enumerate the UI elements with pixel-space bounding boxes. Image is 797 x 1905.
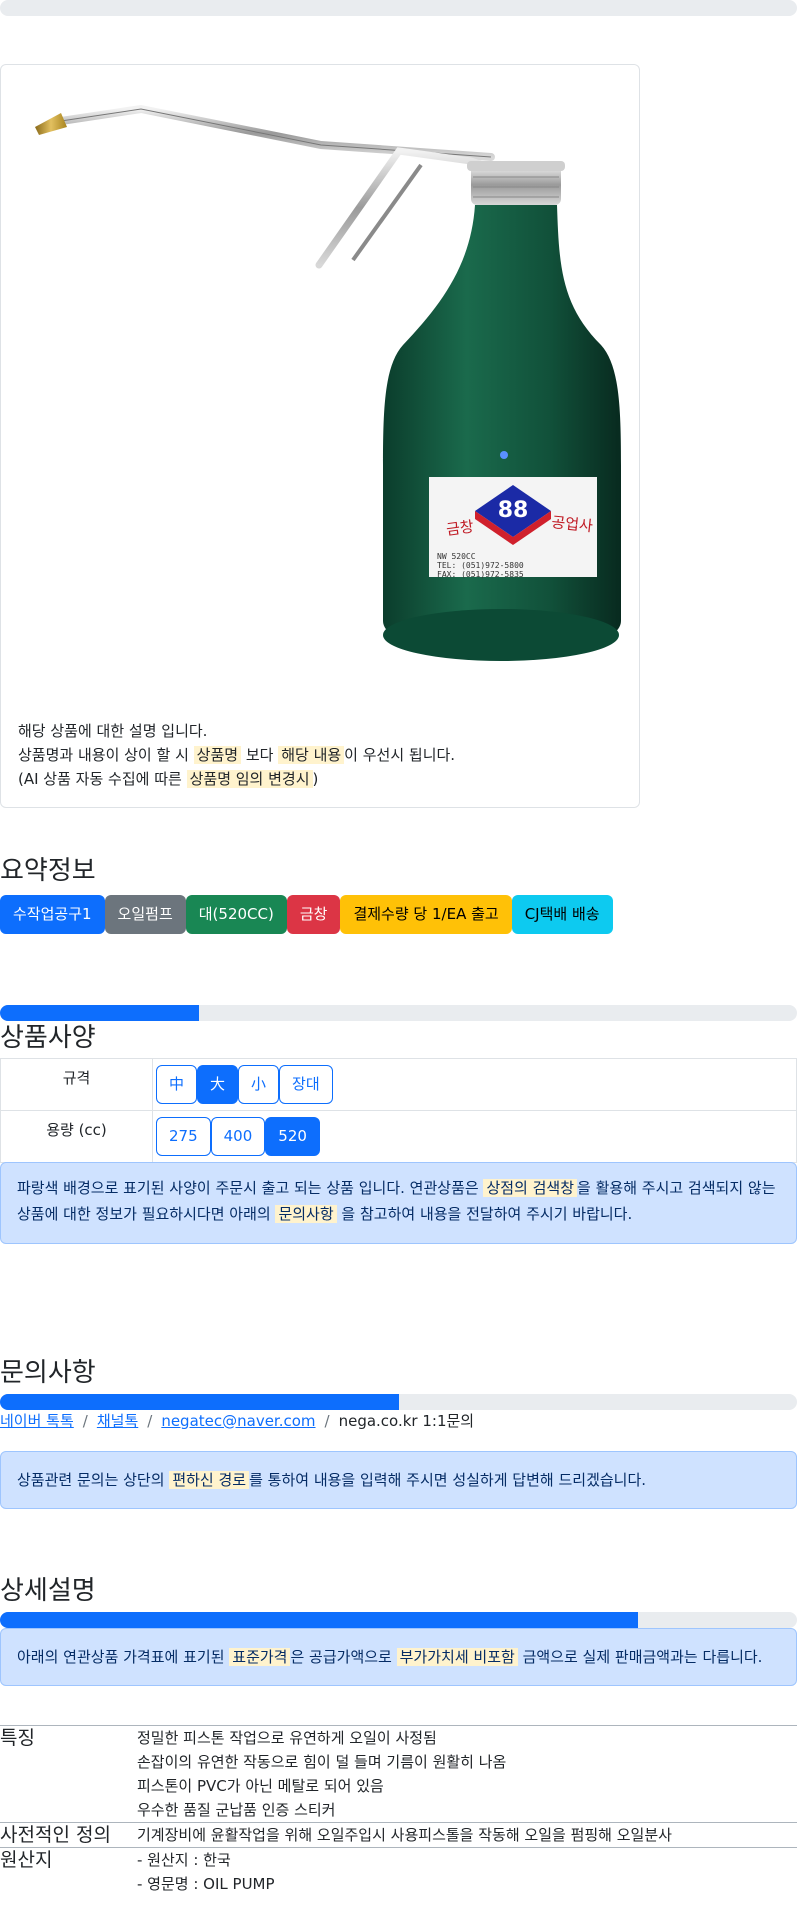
spec-option-button[interactable]: 400 bbox=[210, 1117, 266, 1156]
desc-line-3: (AI 상품 자동 수집에 따른 상품명 임의 변경시) bbox=[18, 767, 455, 791]
notice-text: 을 참고하여 내용을 전달하여 주시기 바랍니다. bbox=[336, 1205, 633, 1223]
detail-values: 기계장비에 윤활작업을 위해 오일주입시 사용피스톨을 작동해 오일을 펌핑해 … bbox=[137, 1823, 672, 1847]
product-image: 88 금창 공업사 NW 520CC TEL: (051)972-5800 FA… bbox=[35, 104, 621, 661]
desc-highlight: 상품명 임의 변경시 bbox=[186, 770, 313, 788]
detail-row: 특징 정밀한 피스톤 작업으로 유연하게 오일이 사정됨손잡이의 유연한 작동으로… bbox=[0, 1725, 797, 1822]
notice-highlight: 상점의 검색창 bbox=[483, 1179, 578, 1197]
label-brand: 금창 bbox=[445, 517, 475, 539]
spec-title: 상품사양 bbox=[0, 1023, 96, 1053]
notice-highlight: 편하신 경로 bbox=[169, 1471, 250, 1489]
spec-label: 규격 bbox=[1, 1059, 153, 1110]
detail-progress-fill bbox=[0, 1612, 638, 1628]
summary-badge: CJ택배 배송 bbox=[511, 895, 613, 934]
spec-option-button[interactable]: 520 bbox=[265, 1117, 320, 1156]
detail-label: 원산지 bbox=[0, 1849, 53, 1871]
detail-row: 사전적인 정의 기계장비에 윤활작업을 위해 오일주입시 사용피스톨을 작동해 오… bbox=[0, 1822, 797, 1847]
desc-highlight: 상품명 bbox=[193, 746, 242, 764]
summary-title: 요약정보 bbox=[0, 856, 96, 886]
inquiry-title: 문의사항 bbox=[0, 1358, 96, 1388]
detail-notice: 아래의 연관상품 가격표에 표기된 표준가격 은 공급가액으로 부가가치세 비포함… bbox=[0, 1628, 797, 1686]
spec-table: 규격 中大小 장대 용량 (cc) 275 400 520 bbox=[0, 1058, 797, 1163]
spec-option-button[interactable]: 275 bbox=[156, 1117, 211, 1156]
notice-text: 은 공급가액으로 bbox=[290, 1648, 397, 1666]
desc-line-1: 해당 상품에 대한 설명 입니다. bbox=[18, 722, 208, 740]
desc-text: 이 우선시 됩니다. bbox=[344, 746, 456, 764]
spec-row: 용량 (cc) 275 400 520 bbox=[0, 1110, 797, 1163]
detail-value-line: - 원산지 : 한국 bbox=[137, 1851, 231, 1869]
separator: / bbox=[82, 1411, 88, 1430]
notice-highlight: 표준가격 bbox=[229, 1648, 291, 1666]
detail-values: 정밀한 피스톤 작업으로 유연하게 오일이 사정됨손잡이의 유연한 작동으로 힘… bbox=[137, 1726, 506, 1822]
detail-table: 특징 정밀한 피스톤 작업으로 유연하게 오일이 사정됨손잡이의 유연한 작동으로… bbox=[0, 1725, 797, 1896]
summary-badge: 대(520CC) bbox=[185, 895, 287, 934]
email-link[interactable]: negatec@naver.com bbox=[161, 1412, 315, 1430]
detail-value-line: 기계장비에 윤활작업을 위해 오일주입시 사용피스톨을 작동해 오일을 펌핑해 … bbox=[137, 1826, 672, 1844]
detail-label: 특징 bbox=[0, 1727, 35, 1749]
channel-talk-link[interactable]: 채널톡 bbox=[97, 1410, 138, 1431]
detail-title: 상세설명 bbox=[0, 1576, 96, 1606]
summary-badges: 수작업공구1 오일펌프 대(520CC) 금창 결제수량 당 1/EA 출고 CJ택배 배… bbox=[0, 895, 613, 934]
summary-badge: 금창 bbox=[286, 895, 341, 934]
detail-values: - 원산지 : 한국 - 영문명 : OIL PUMP bbox=[137, 1848, 275, 1896]
label-line2: TEL: (051)972-5800 bbox=[437, 561, 524, 570]
separator: / bbox=[324, 1411, 330, 1430]
spec-options: 275 400 520 bbox=[153, 1111, 320, 1162]
spec-option-button[interactable]: 大 bbox=[197, 1065, 239, 1104]
top-progress-bar bbox=[0, 0, 797, 16]
summary-badge: 결제수량 당 1/EA 출고 bbox=[340, 895, 512, 934]
label-number: 88 bbox=[498, 498, 529, 523]
notice-highlight: 부가가치세 비포함 bbox=[396, 1648, 518, 1666]
desc-highlight: 해당 내용 bbox=[278, 746, 345, 764]
product-card: 88 금창 공업사 NW 520CC TEL: (051)972-5800 FA… bbox=[0, 64, 640, 808]
label-line3: FAX: (051)972-5835 bbox=[437, 570, 524, 579]
spec-options: 中大小 장대 bbox=[153, 1059, 333, 1110]
site-inquiry-text: nega.co.kr 1:1문의 bbox=[338, 1412, 475, 1430]
desc-text: (AI 상품 자동 수집에 따른 bbox=[18, 770, 187, 788]
desc-text: 상품명과 내용이 상이 할 시 bbox=[18, 746, 194, 764]
inquiry-progress-bar bbox=[0, 1394, 797, 1410]
separator: / bbox=[147, 1411, 153, 1430]
detail-label: 사전적인 정의 bbox=[0, 1824, 111, 1846]
detail-value-line: - 영문명 : OIL PUMP bbox=[137, 1875, 275, 1893]
notice-highlight: 문의사항 bbox=[275, 1205, 337, 1223]
detail-value-line: 손잡이의 유연한 작동으로 힘이 덜 들며 기름이 원활히 나옴 bbox=[137, 1753, 507, 1771]
notice-text: 아래의 연관상품 가격표에 표기된 bbox=[17, 1648, 230, 1666]
detail-progress-bar bbox=[0, 1612, 797, 1628]
detail-value-line: 우수한 품질 군납품 인증 스티커 bbox=[137, 1801, 336, 1819]
desc-text: 보다 bbox=[241, 746, 279, 764]
notice-text: 상품관련 문의는 상단의 bbox=[17, 1471, 170, 1489]
spec-label: 용량 (cc) bbox=[1, 1111, 153, 1162]
desc-line-2: 상품명과 내용이 상이 할 시 상품명 보다 해당 내용 이 우선시 됩니다. bbox=[18, 743, 455, 767]
spec-option-button[interactable]: 小 bbox=[238, 1065, 280, 1104]
summary-badge: 오일펌프 bbox=[104, 895, 186, 934]
spec-notice: 파랑색 배경으로 표기된 사양이 주문시 출고 되는 상품 입니다. 연관상품은… bbox=[0, 1162, 797, 1244]
spec-option-button[interactable]: 中 bbox=[156, 1065, 198, 1104]
label-line1: NW 520CC bbox=[437, 552, 476, 561]
inquiry-progress-fill bbox=[0, 1394, 399, 1410]
notice-text: 를 통하여 내용을 입력해 주시면 성실하게 답변해 드리겠습니다. bbox=[249, 1471, 647, 1489]
detail-value-line: 정밀한 피스톤 작업으로 유연하게 오일이 사정됨 bbox=[137, 1729, 437, 1747]
notice-text: 금액으로 실제 판매금액과는 다릅니다. bbox=[517, 1648, 763, 1666]
spec-option-button[interactable]: 장대 bbox=[279, 1065, 333, 1104]
naver-talk-link[interactable]: 네이버 톡톡 bbox=[0, 1410, 74, 1431]
spec-progress-bar bbox=[0, 1005, 797, 1021]
detail-row: 원산지 - 원산지 : 한국 - 영문명 : OIL PUMP bbox=[0, 1847, 797, 1896]
contact-links: 네이버 톡톡 / 채널톡 / negatec@naver.com / nega.… bbox=[0, 1410, 474, 1431]
inquiry-notice: 상품관련 문의는 상단의 편하신 경로 를 통하여 내용을 입력해 주시면 성실하… bbox=[0, 1451, 797, 1509]
notice-text: 파랑색 배경으로 표기된 사양이 주문시 출고 되는 상품 입니다. 연관상품은 bbox=[17, 1179, 484, 1197]
product-description: 해당 상품에 대한 설명 입니다. 상품명과 내용이 상이 할 시 상품명 보다… bbox=[18, 719, 455, 791]
desc-text: ) bbox=[312, 770, 319, 788]
summary-badge: 수작업공구1 bbox=[0, 895, 105, 934]
spec-row: 규격 中大小 장대 bbox=[0, 1058, 797, 1110]
detail-value-line: 피스톤이 PVC가 아닌 메탈로 되어 있음 bbox=[137, 1777, 384, 1795]
